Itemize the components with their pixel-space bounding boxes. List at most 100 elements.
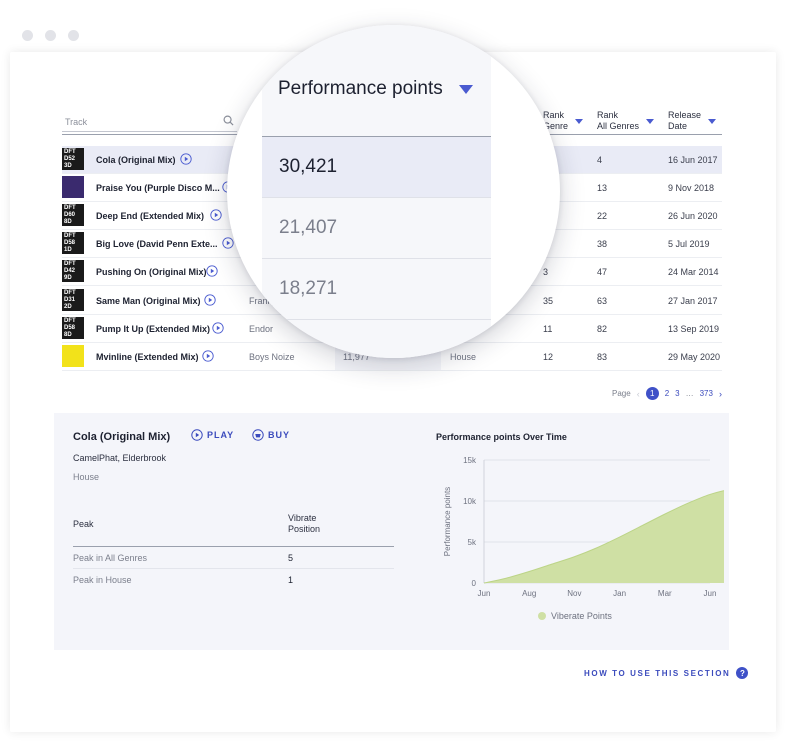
track-name[interactable]: Cola (Original Mix) xyxy=(96,155,176,165)
release-date-cell: 26 Jun 2020 xyxy=(668,211,718,221)
chart-title: Performance points Over Time xyxy=(436,432,567,442)
detail-artists: CamelPhat, Elderbrook xyxy=(73,453,167,463)
x-tick-label: Nov xyxy=(567,589,581,598)
track-search-input[interactable] xyxy=(62,113,212,131)
help-icon: ? xyxy=(736,667,749,679)
rank-all-cell: 82 xyxy=(597,324,608,334)
play-icon[interactable] xyxy=(202,350,214,362)
page-ellipsis: … xyxy=(685,389,694,398)
magnifier-lens: Performance points 30,421 21,407 18,271 xyxy=(227,25,560,358)
rank-all-cell: 63 xyxy=(597,296,608,306)
magnified-column-header[interactable]: Performance points xyxy=(278,78,473,100)
peak-value: 5 xyxy=(288,553,294,563)
play-button[interactable]: PLAY xyxy=(191,429,234,441)
play-icon[interactable] xyxy=(210,209,222,221)
x-tick-label: Jan xyxy=(613,589,626,598)
buy-button[interactable]: BUY xyxy=(252,429,290,441)
release-date-cell: 27 Jan 2017 xyxy=(668,296,718,306)
peak-label: Peak in House xyxy=(73,575,132,585)
page-link[interactable]: 3 xyxy=(675,389,679,398)
position-header: Vibrate Position xyxy=(288,513,321,534)
column-rank-all-genres[interactable]: Rank All Genres xyxy=(597,110,655,132)
chart-area-series xyxy=(484,490,724,583)
y-tick-label: 10k xyxy=(463,497,477,506)
rank-all-cell: 83 xyxy=(597,352,608,362)
release-date-cell: 13 Sep 2019 xyxy=(668,324,720,334)
window-controls xyxy=(22,30,79,41)
page-link[interactable]: 1 xyxy=(645,387,659,400)
rank-all-cell: 13 xyxy=(597,183,608,193)
how-to-use-label: HOW TO USE THIS SECTION xyxy=(584,668,731,678)
performance-chart: 0 5k 10k 15k Jun Aug Nov Jan Mar Jun Performance p… xyxy=(443,456,724,621)
rank-all-cell: 38 xyxy=(597,239,608,249)
y-tick-label: 15k xyxy=(463,456,477,465)
column-label: Rank xyxy=(597,110,619,120)
pager-label: Page xyxy=(612,389,631,398)
magnified-row: 18,271 xyxy=(262,259,491,320)
track-artwork: DFT D58 1D xyxy=(62,232,84,254)
track-artwork: DFT D31 2D xyxy=(62,289,84,311)
track-detail-panel: Cola (Original Mix) PLAY BUY CamelPhat, … xyxy=(54,413,729,650)
column-label: Release xyxy=(668,110,702,120)
peak-value: 1 xyxy=(288,575,294,585)
play-icon[interactable] xyxy=(206,265,218,277)
page-link[interactable]: 373 xyxy=(700,389,713,398)
x-tick-label: Jun xyxy=(478,589,491,598)
track-artwork: DFT D52 3D xyxy=(62,148,84,170)
play-icon xyxy=(191,429,203,441)
track-artwork: DFT D58 8D xyxy=(62,317,84,339)
column-release-date[interactable]: Release Date xyxy=(668,110,717,132)
column-label: Date xyxy=(668,121,688,131)
peak-divider xyxy=(73,546,394,547)
rank-all-cell: 22 xyxy=(597,211,608,221)
x-tick-label: Mar xyxy=(658,589,672,598)
legend-label: Viberate Points xyxy=(551,611,612,621)
detail-title: Cola (Original Mix) xyxy=(73,431,171,443)
chevron-right-icon[interactable]: › xyxy=(719,389,722,399)
magnified-value: 21,407 xyxy=(279,217,338,238)
track-artwork: DFT D60 8D xyxy=(62,204,84,226)
rank-all-cell: 4 xyxy=(597,155,603,165)
magnified-value: 18,271 xyxy=(279,278,338,299)
peak-label: Peak in All Genres xyxy=(73,553,148,563)
track-artwork xyxy=(62,345,84,367)
play-icon[interactable] xyxy=(180,153,192,165)
y-tick-label: 5k xyxy=(468,538,477,547)
play-icon[interactable] xyxy=(204,294,216,306)
column-label: All Genres xyxy=(597,121,640,131)
buy-label: BUY xyxy=(268,430,291,440)
release-date-cell: 29 May 2020 xyxy=(668,352,721,362)
window-dot xyxy=(68,30,79,41)
track-name[interactable]: Pushing On (Original Mix) xyxy=(96,267,207,277)
release-date-cell: 9 Nov 2018 xyxy=(668,183,715,193)
release-date-cell: 16 Jun 2017 xyxy=(668,155,718,165)
track-name[interactable]: Mvinline (Extended Mix) xyxy=(96,352,199,362)
x-tick-label: Aug xyxy=(522,589,536,598)
x-tick-label: Jun xyxy=(704,589,717,598)
sort-down-icon xyxy=(575,118,584,124)
y-tick-label: 0 xyxy=(472,579,477,588)
track-search xyxy=(62,112,237,132)
y-axis-label: Performance points xyxy=(443,487,452,556)
detail-genre: House xyxy=(73,472,100,482)
magnified-row: 30,421 xyxy=(262,137,491,198)
play-label: PLAY xyxy=(207,430,235,440)
track-name[interactable]: Praise You (Purple Disco M... xyxy=(96,183,220,193)
magnified-row: 21,407 xyxy=(262,198,491,259)
sort-down-icon xyxy=(646,118,655,124)
play-icon[interactable] xyxy=(212,322,224,334)
chevron-left-icon[interactable]: ‹ xyxy=(637,389,640,399)
sort-down-icon xyxy=(458,84,473,94)
track-name[interactable]: Pump It Up (Extended Mix) xyxy=(96,324,210,334)
track-name[interactable]: Same Man (Original Mix) xyxy=(96,296,201,306)
track-artwork xyxy=(62,176,84,198)
track-name[interactable]: Deep End (Extended Mix) xyxy=(96,211,204,221)
release-date-cell: 5 Jul 2019 xyxy=(668,239,710,249)
how-to-use-link[interactable]: HOW TO USE THIS SECTION ? xyxy=(584,667,749,679)
sort-down-icon xyxy=(708,118,717,124)
basket-icon xyxy=(252,429,264,441)
page-link[interactable]: 2 xyxy=(665,389,669,398)
track-name[interactable]: Big Love (David Penn Exte... xyxy=(96,239,218,249)
release-date-cell: 24 Mar 2014 xyxy=(668,267,719,277)
window-dot xyxy=(22,30,33,41)
